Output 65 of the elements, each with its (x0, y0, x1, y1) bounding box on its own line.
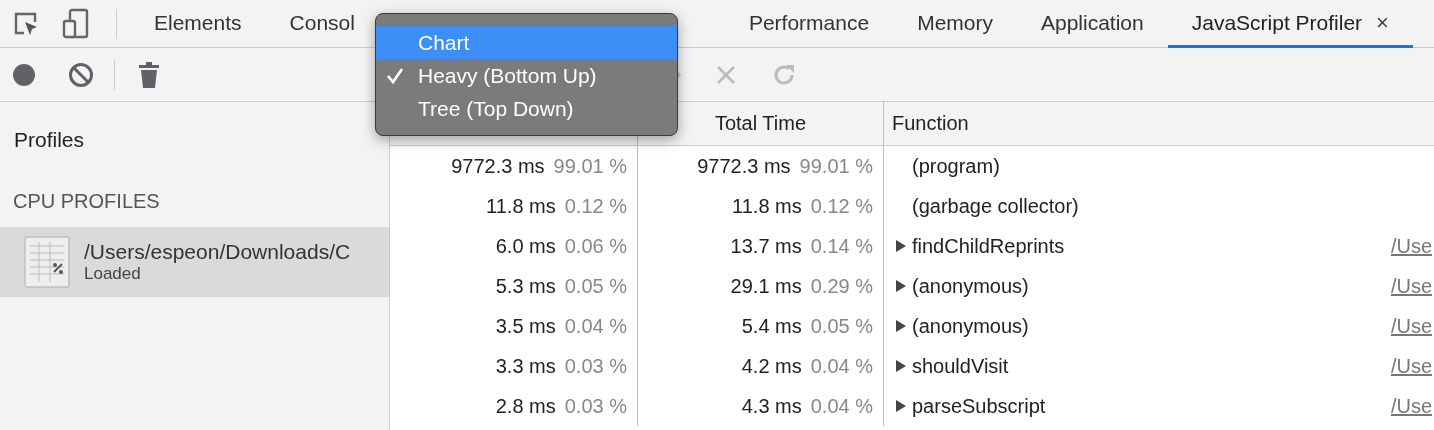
total-time-cell: 29.1 ms (730, 274, 802, 298)
percent-cell: 99.01 % (553, 154, 627, 178)
profile-item[interactable]: /Users/espeon/Downloads/C Loaded (0, 227, 389, 297)
trash-icon[interactable] (139, 61, 159, 88)
expand-icon[interactable] (896, 320, 906, 332)
view-menu[interactable]: Chart Heavy (Bottom Up) Tree (Top Down) (375, 13, 678, 136)
percent-cell: 0.04 % (564, 314, 627, 338)
total-time-cell: 4.3 ms (741, 394, 802, 418)
panel-tab[interactable]: Elements (130, 0, 266, 48)
self-time-cell: 3.5 ms (495, 314, 556, 338)
total-time-cell: 5.4 ms (741, 314, 802, 338)
self-time-cell: 11.8 ms (486, 194, 556, 218)
self-time-cell: 9772.3 ms (451, 154, 545, 178)
source-link[interactable]: /Use (1390, 314, 1432, 338)
total-time-cell: 13.7 ms (730, 234, 802, 258)
percent-cell: 99.01 % (799, 154, 873, 178)
percent-cell: 0.04 % (810, 394, 873, 418)
spreadsheet-icon (24, 236, 70, 288)
source-link[interactable]: /Use (1390, 394, 1432, 418)
percent-cell: 0.03 % (564, 394, 627, 418)
expand-icon[interactable] (896, 280, 906, 292)
percent-cell: 0.29 % (810, 274, 873, 298)
percent-cell: 0.04 % (810, 354, 873, 378)
percent-cell: 0.06 % (564, 234, 627, 258)
sidebar-title: Profiles (13, 127, 86, 153)
expand-icon[interactable] (896, 240, 906, 252)
function-name: parseSubscript (912, 394, 1046, 418)
function-name: (anonymous) (912, 314, 1029, 338)
percent-cell: 0.12 % (810, 194, 873, 218)
panel-tab[interactable]: Performance (724, 0, 894, 48)
self-time-cell: 2.8 ms (495, 394, 556, 418)
column-header[interactable]: Total Time (714, 112, 807, 135)
function-name: (program) (912, 154, 1000, 178)
clear-icon[interactable] (68, 61, 94, 88)
percent-cell: 0.05 % (810, 314, 873, 338)
percent-cell: 0.12 % (564, 194, 627, 218)
self-time-cell: 5.3 ms (495, 274, 556, 298)
record-icon[interactable] (12, 62, 36, 87)
self-time-cell: 6.0 ms (495, 234, 556, 258)
expand-icon[interactable] (896, 360, 906, 372)
source-link[interactable]: /Use (1390, 234, 1432, 258)
device-icon[interactable] (62, 7, 90, 40)
source-link[interactable]: /Use (1390, 274, 1432, 298)
total-time-cell: 9772.3 ms (697, 154, 791, 178)
total-time-cell: 4.2 ms (741, 354, 802, 378)
percent-cell: 0.03 % (564, 354, 627, 378)
percent-cell: 0.05 % (564, 274, 627, 298)
panel-tab[interactable]: Application (1017, 0, 1168, 48)
percent-cell: 0.14 % (810, 234, 873, 258)
total-time-cell: 11.8 ms (732, 194, 802, 218)
source-link[interactable]: /Use (1390, 354, 1432, 378)
menu-item[interactable]: Tree (Top Down) (376, 92, 677, 125)
panel-tab[interactable]: Memory (893, 0, 1017, 48)
self-time-cell: 3.3 ms (495, 354, 556, 378)
function-name: (garbage collector) (912, 194, 1079, 218)
section-header: CPU PROFILES (12, 189, 161, 214)
function-name: (anonymous) (912, 274, 1029, 298)
function-name: shouldVisit (912, 354, 1009, 378)
column-header[interactable]: Function (892, 112, 969, 135)
profile-name: /Users/espeon/Downloads/C (84, 240, 351, 264)
menu-item[interactable]: Heavy (Bottom Up) (376, 59, 677, 92)
profile-status: Loaded (84, 264, 142, 284)
expand-icon[interactable] (896, 400, 906, 412)
function-name: findChildReprints (912, 234, 1065, 258)
close-icon[interactable]: × (1376, 9, 1389, 36)
